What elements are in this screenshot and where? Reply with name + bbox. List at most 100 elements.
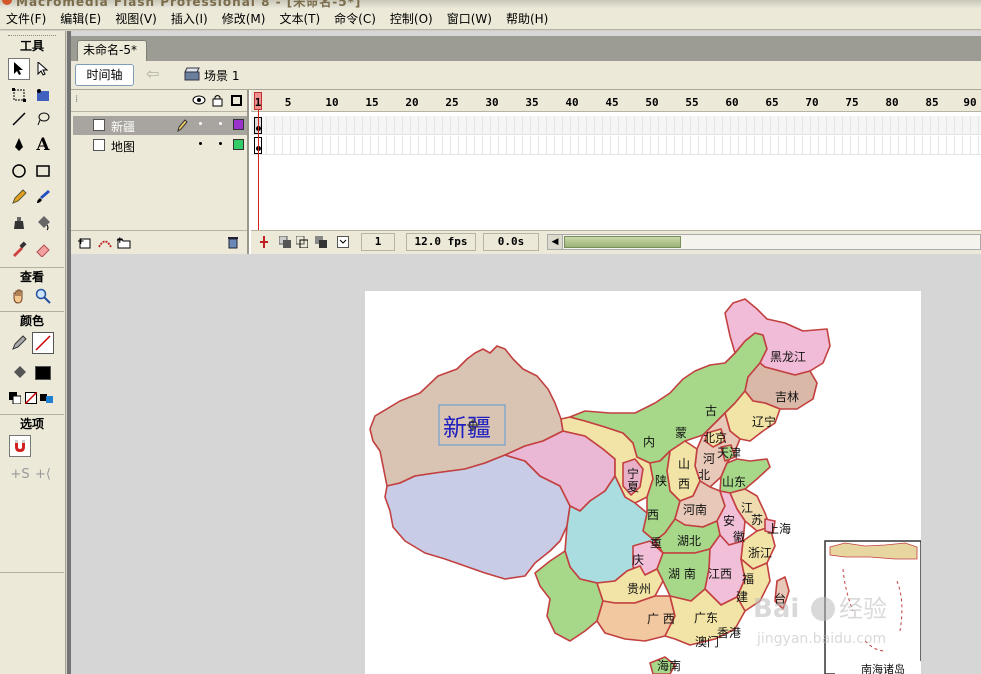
view-header: 查看 <box>0 267 64 285</box>
label-meng: 蒙 <box>675 426 687 440</box>
timeline-toggle-button[interactable]: 时间轴 <box>75 64 134 86</box>
lock-icon[interactable] <box>212 94 223 107</box>
label-hui: 徽 <box>733 529 745 544</box>
outline-icon[interactable] <box>231 95 242 106</box>
swap-colors-button[interactable] <box>38 387 56 409</box>
menu-view[interactable]: 视图(V) <box>115 10 157 27</box>
zoom-tool[interactable] <box>32 285 54 307</box>
layer-color-swatch[interactable] <box>233 139 244 150</box>
ruler-number: 85 <box>925 96 939 109</box>
layer-name[interactable]: 地图 <box>111 138 135 155</box>
layer-row-ditu[interactable]: 地图 <box>73 136 247 155</box>
straighten-icon: +⟨ <box>35 466 51 482</box>
ink-bottle-tool[interactable] <box>8 212 30 234</box>
oval-tool[interactable] <box>8 160 30 182</box>
line-icon <box>12 112 26 126</box>
insert-folder-icon[interactable]: + <box>116 235 132 249</box>
pen-tool[interactable] <box>8 134 30 156</box>
ruler-number: 20 <box>405 96 419 109</box>
back-arrow-icon[interactable]: ⇦ <box>146 64 159 83</box>
stage-canvas[interactable]: 黑龙江 吉林 辽宁 蒙 古 内 北京 天津 河 北 山 西 山东 宁 夏 陕 西… <box>365 291 921 674</box>
modify-markers-icon[interactable] <box>337 236 349 248</box>
label-henan: 河南 <box>683 502 707 517</box>
fill-transform-tool[interactable] <box>32 84 54 106</box>
frame-rate-field[interactable]: 12.0 fps <box>406 233 476 251</box>
paint-bucket-tool[interactable] <box>32 212 54 234</box>
frame-row-ditu[interactable] <box>251 136 981 155</box>
menu-commands[interactable]: 命令(C) <box>334 10 376 27</box>
lock-dot[interactable] <box>219 122 222 125</box>
ruler-number: 25 <box>445 96 459 109</box>
pencil-edit-icon <box>177 119 188 132</box>
hand-tool[interactable] <box>8 285 30 307</box>
onion-skin-icon[interactable] <box>279 236 291 248</box>
document-tab[interactable]: 未命名-5* <box>77 40 147 61</box>
menu-help[interactable]: 帮助(H) <box>506 10 548 27</box>
layer-color-swatch[interactable] <box>233 119 244 130</box>
menu-control[interactable]: 控制(O) <box>390 10 433 27</box>
label-ning: 宁 <box>627 466 639 481</box>
add-layer-icon[interactable]: + <box>77 236 91 249</box>
layer-panel: ⁞ 新疆 地图 + + <box>71 90 249 254</box>
frame-ruler[interactable]: 1 5 10 15 20 25 30 35 40 45 50 55 60 65 … <box>251 90 981 112</box>
ink-bottle-icon <box>14 217 24 229</box>
frame-row-xinjiang[interactable] <box>251 116 981 135</box>
frame-area: 1 5 10 15 20 25 30 35 40 45 50 55 60 65 … <box>251 90 981 254</box>
drag-grip-icon[interactable]: ⁞ <box>75 94 78 105</box>
pencil-tool[interactable] <box>8 186 30 208</box>
menu-modify[interactable]: 修改(M) <box>222 10 266 27</box>
clapperboard-icon <box>184 67 200 81</box>
onion-outline-icon[interactable] <box>296 236 308 248</box>
edit-bar: 时间轴 ⇦ 场景 1 <box>71 61 981 90</box>
xinjiang-text[interactable]: 新疆 <box>443 414 491 442</box>
line-tool[interactable] <box>8 108 30 130</box>
label-xi2: 西 <box>647 508 659 522</box>
ruler-number: 90 <box>963 96 977 109</box>
current-frame-field[interactable]: 1 <box>361 233 395 251</box>
smooth-option[interactable]: +S <box>9 463 31 485</box>
layer-name[interactable]: 新疆 <box>111 118 135 135</box>
label-he: 河 <box>703 452 715 466</box>
scrollbar-thumb[interactable] <box>564 236 681 248</box>
lasso-tool[interactable] <box>32 108 54 130</box>
lock-dot[interactable] <box>219 142 222 145</box>
label-hainan: 海南 <box>657 658 681 673</box>
menu-edit[interactable]: 编辑(E) <box>60 10 101 27</box>
swap-colors-icon <box>40 394 53 403</box>
oval-icon <box>12 164 26 178</box>
trash-icon[interactable] <box>227 236 239 249</box>
eraser-tool[interactable] <box>32 238 54 260</box>
edit-multiple-frames-icon[interactable] <box>315 236 327 248</box>
scene-label[interactable]: 场景 1 <box>204 67 239 84</box>
snap-to-objects-button[interactable] <box>9 435 31 457</box>
menu-file[interactable]: 文件(F) <box>6 10 46 27</box>
brush-tool[interactable] <box>32 186 54 208</box>
center-frame-icon[interactable] <box>259 236 269 248</box>
eye-icon[interactable] <box>192 95 206 105</box>
rectangle-tool[interactable] <box>32 160 54 182</box>
label-su: 苏 <box>751 513 763 527</box>
free-transform-tool[interactable] <box>8 84 30 106</box>
layer-row-xinjiang[interactable]: 新疆 <box>73 116 247 135</box>
stroke-color-swatch[interactable] <box>32 332 54 354</box>
watermark-url: jingyan.baidu.com <box>756 631 886 647</box>
add-motion-guide-icon[interactable] <box>97 236 113 249</box>
subselection-tool[interactable] <box>32 58 54 80</box>
fill-bucket-icon <box>14 366 26 378</box>
eyedropper-tool[interactable] <box>8 238 30 260</box>
paw-icon <box>811 597 835 621</box>
scroll-left-icon[interactable]: ◀ <box>548 235 563 249</box>
menu-text[interactable]: 文本(T) <box>279 10 320 27</box>
selection-tool[interactable] <box>8 58 30 80</box>
menu-insert[interactable]: 插入(I) <box>171 10 208 27</box>
visible-dot[interactable] <box>199 142 202 145</box>
visible-dot[interactable] <box>199 122 202 125</box>
text-tool[interactable]: A <box>32 134 54 156</box>
label-nei: 内 <box>643 435 655 449</box>
fill-color-swatch[interactable] <box>32 362 54 384</box>
ruler-number: 40 <box>565 96 579 109</box>
no-color-icon <box>25 392 37 404</box>
straighten-option[interactable]: +⟨ <box>32 463 54 485</box>
menu-window[interactable]: 窗口(W) <box>447 10 492 27</box>
timeline-scrollbar[interactable]: ◀ <box>547 234 981 250</box>
